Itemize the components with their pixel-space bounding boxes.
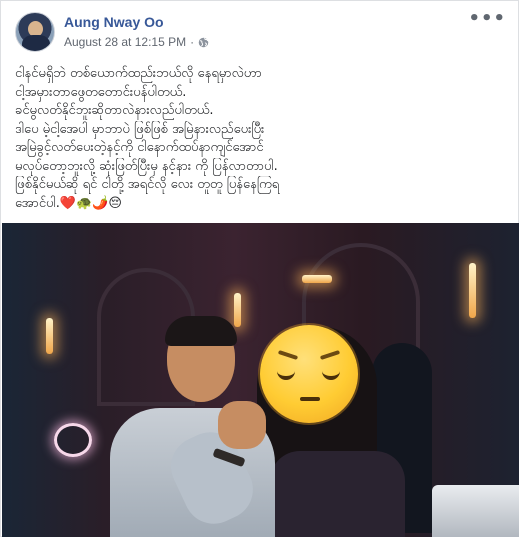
post-text-line: မလုပ်တော့ဘူးလို့ ဆုံးဖြတ်ပြီးမှ နင့်နား … (15, 158, 278, 174)
post-text-line: အမြဲခွင့်လတ်ပေးတဲ့နင့်ကို ငါနောက်ထပ်နာကျ… (15, 140, 264, 155)
sticker-mouth (300, 397, 320, 401)
sticker-eye (277, 369, 295, 380)
post-text-line: ငါ့အမှားတာဖွေတတောင်းပန်ပါတယ်. (15, 84, 187, 100)
sticker-brow (277, 350, 299, 360)
ceiling-light (302, 275, 332, 283)
wall-lamp (469, 263, 476, 318)
man-hand (218, 401, 266, 449)
post-text-line: ဒါပေ မဲ့ငါ့အေပါ မှာဘာပဲ ဖြစ်ဖြစ် အမြဲနား… (15, 121, 265, 137)
more-options-icon[interactable]: ••• (468, 10, 506, 28)
avatar-body (22, 35, 50, 51)
glass-table (432, 485, 519, 537)
wall-lamp (46, 318, 53, 354)
woman-body (270, 451, 405, 537)
meta-separator: · (190, 35, 195, 49)
post-header: Aung Nway Oo August 28 at 12:15 PM · ••• (15, 10, 508, 54)
sticker-brow (319, 350, 341, 360)
pensive-face-sticker (260, 325, 358, 423)
post-text-line: ခင်မွလတ်နိုင်ဘူးဆိုတာလဲနားလည်ပါတယ်. (15, 103, 214, 118)
facebook-post: Aung Nway Oo August 28 at 12:15 PM · •••… (0, 0, 519, 537)
post-text-line: ဖြစ်နိုင်မယ်ဆို ရင် ငါတို့ အရင်လို လေး တ… (15, 177, 280, 192)
wall-lamp (234, 293, 241, 327)
sticker-eye (322, 369, 340, 380)
post-timestamp[interactable]: August 28 at 12:15 PM (64, 35, 186, 49)
neon-sign (54, 423, 92, 457)
author-name[interactable]: Aung Nway Oo (64, 14, 164, 30)
post-text-line: အောင်ပါ.❤️🐢🌶️😔 (15, 195, 122, 211)
post-meta: August 28 at 12:15 PM · (64, 35, 209, 49)
globe-icon[interactable] (198, 37, 209, 48)
post-text: ငါနင်မရှိဘဲ တစ်ယောက်ထည်းဘယ်လို နေရမှာလဲဟ… (15, 65, 505, 213)
author-avatar[interactable] (15, 12, 55, 52)
post-text-line: ငါနင်မရှိဘဲ တစ်ယောက်ထည်းဘယ်လို နေရမှာလဲဟ… (15, 66, 262, 81)
man-hair (165, 316, 237, 346)
post-photo[interactable] (2, 223, 519, 537)
